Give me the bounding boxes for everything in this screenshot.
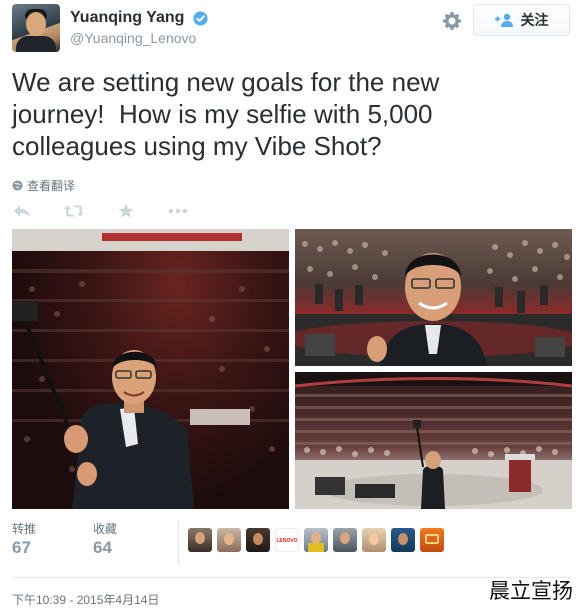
translate-label: 查看翻译 <box>27 179 76 193</box>
star-icon[interactable] <box>116 201 136 221</box>
user-avatar[interactable] <box>12 4 60 52</box>
liker-avatar[interactable] <box>362 528 386 552</box>
favorite-stat[interactable]: 收藏 64 <box>93 520 117 558</box>
liker-avatar[interactable] <box>304 528 328 552</box>
reply-icon[interactable] <box>12 201 32 221</box>
translate-link[interactable]: 查看翻译 <box>12 177 75 194</box>
tweet-timestamp[interactable]: 下午10:39 - 2015年4月14日 <box>12 591 159 608</box>
retweet-icon[interactable] <box>64 201 84 221</box>
tweet-photo-selfie-stick[interactable] <box>12 229 289 509</box>
liker-avatar[interactable] <box>333 528 357 552</box>
gear-icon[interactable] <box>442 11 462 31</box>
tweet-text: We are setting new goals for the new jou… <box>12 67 440 161</box>
watermark-text: 晨立宣扬 <box>489 579 573 603</box>
lenovo-logo-text: LENOVO <box>276 538 297 544</box>
liker-avatars: LENOVO <box>188 528 444 552</box>
add-person-icon <box>494 13 513 27</box>
globe-icon <box>12 180 23 191</box>
user-fullname[interactable]: Yuanqing Yang <box>70 9 184 27</box>
tweet-actions <box>12 200 220 222</box>
tweet-photo-stage-wide[interactable] <box>295 372 572 509</box>
tweet-header: Yuanqing Yang @Yuanqing_Lenovo 关注 <box>12 4 572 52</box>
liker-avatar[interactable] <box>188 528 212 552</box>
retweet-count: 67 <box>12 538 31 557</box>
tweet-photo-selfie-closeup[interactable] <box>295 229 572 366</box>
favorite-count: 64 <box>93 538 112 557</box>
follow-label: 关注 <box>520 12 549 28</box>
stats-divider <box>178 520 179 564</box>
liker-avatar[interactable] <box>391 528 415 552</box>
retweet-stat[interactable]: 转推 67 <box>12 520 36 558</box>
retweet-stat-label: 转推 <box>12 522 37 536</box>
more-icon[interactable] <box>168 201 188 221</box>
favorite-stat-label: 收藏 <box>93 522 118 536</box>
liker-avatar[interactable] <box>217 528 241 552</box>
liker-avatar[interactable] <box>420 528 444 552</box>
user-name-block: Yuanqing Yang @Yuanqing_Lenovo <box>70 9 208 46</box>
liker-avatar-lenovo-logo[interactable]: LENOVO <box>275 528 299 552</box>
footer-divider <box>12 577 572 578</box>
user-handle[interactable]: @Yuanqing_Lenovo <box>70 30 208 46</box>
follow-button[interactable]: 关注 <box>473 4 570 36</box>
tweet-stats: 转推 67 收藏 64 LENOVO <box>12 520 572 568</box>
liker-avatar[interactable] <box>246 528 270 552</box>
verified-badge-icon <box>193 10 208 26</box>
